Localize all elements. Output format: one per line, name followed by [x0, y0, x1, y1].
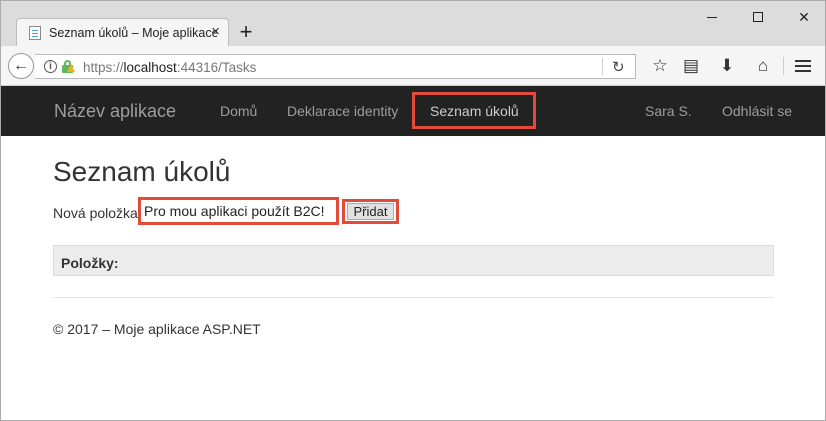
browser-toolbar: ← i https://localhost:44316/Tasks ↻ ☆ ▤ … — [1, 46, 825, 86]
close-icon[interactable]: × — [211, 24, 220, 40]
url-separator — [602, 58, 603, 75]
address-bar[interactable]: i https://localhost:44316/Tasks ↻ — [35, 54, 636, 79]
reload-icon[interactable]: ↻ — [612, 58, 625, 76]
reader-icon[interactable]: ▤ — [680, 57, 702, 75]
browser-titlebar: Seznam úkolů – Moje aplikace ASP.NET × +… — [1, 1, 825, 46]
nav-home[interactable]: Domů — [220, 103, 257, 119]
new-item-input[interactable] — [138, 197, 339, 225]
brand-link[interactable]: Název aplikace — [54, 101, 176, 122]
plus-icon[interactable]: + — [234, 18, 258, 46]
new-item-label: Nová položka: — [53, 205, 142, 221]
items-header: Položky: — [61, 255, 119, 271]
minimize-icon[interactable] — [689, 1, 735, 33]
hamburger-menu-icon[interactable] — [795, 60, 811, 72]
download-icon[interactable]: ⬇ — [716, 57, 738, 75]
lock-warning-icon[interactable] — [62, 60, 75, 73]
nav-user[interactable]: Sara S. — [645, 103, 692, 119]
browser-tab[interactable]: Seznam úkolů – Moje aplikace ASP.NET × — [16, 18, 229, 46]
nav-tasks[interactable]: Seznam úkolů — [430, 103, 519, 119]
url-text[interactable]: https://localhost:44316/Tasks — [83, 60, 256, 75]
page-title: Seznam úkolů — [53, 156, 231, 187]
home-icon[interactable]: ⌂ — [752, 57, 774, 75]
footer-text: © 2017 – Moje aplikace ASP.NET — [53, 321, 261, 337]
page-icon — [29, 25, 41, 40]
back-arrow-icon[interactable]: ← — [8, 53, 34, 79]
url-path: :44316/Tasks — [176, 60, 257, 75]
footer-divider — [53, 297, 774, 298]
url-scheme: https:// — [83, 60, 124, 75]
tab-title: Seznam úkolů – Moje aplikace ASP.NET — [49, 25, 217, 40]
window-close-icon[interactable]: ✕ — [781, 1, 826, 33]
items-panel: Položky: — [53, 245, 774, 276]
maximize-icon[interactable] — [735, 1, 781, 33]
site-navbar: Název aplikace Domů Deklarace identity S… — [1, 86, 825, 136]
nav-claims[interactable]: Deklarace identity — [287, 103, 398, 119]
url-host: localhost — [123, 60, 177, 75]
star-icon[interactable]: ☆ — [649, 57, 671, 75]
toolbar-divider — [783, 57, 784, 75]
info-icon[interactable]: i — [44, 60, 57, 73]
highlight-box-add: Přidat — [342, 199, 399, 224]
nav-signout[interactable]: Odhlásit se — [722, 103, 792, 119]
add-button[interactable]: Přidat — [347, 203, 394, 220]
